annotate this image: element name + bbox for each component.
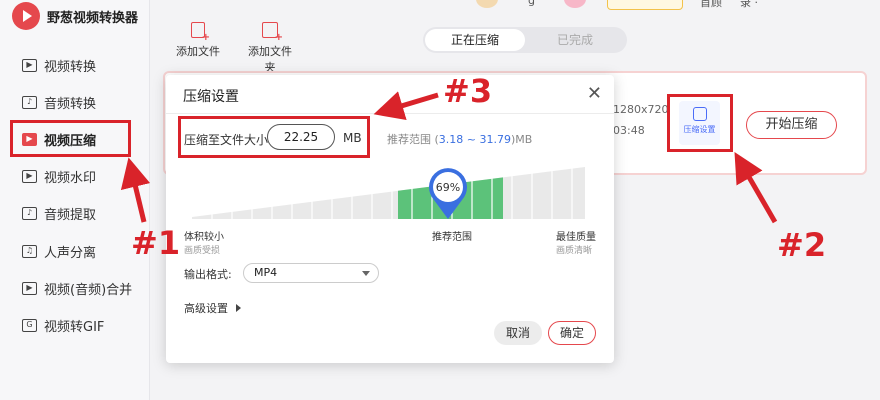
annotation-1: #1 (131, 224, 181, 262)
annotation-arrows (120, 91, 778, 224)
arrow-3 (373, 91, 439, 121)
annotation-3: #3 (443, 72, 493, 110)
annotation-2: #2 (777, 226, 827, 264)
arrow-1 (120, 157, 151, 223)
arrow-2 (734, 152, 778, 224)
